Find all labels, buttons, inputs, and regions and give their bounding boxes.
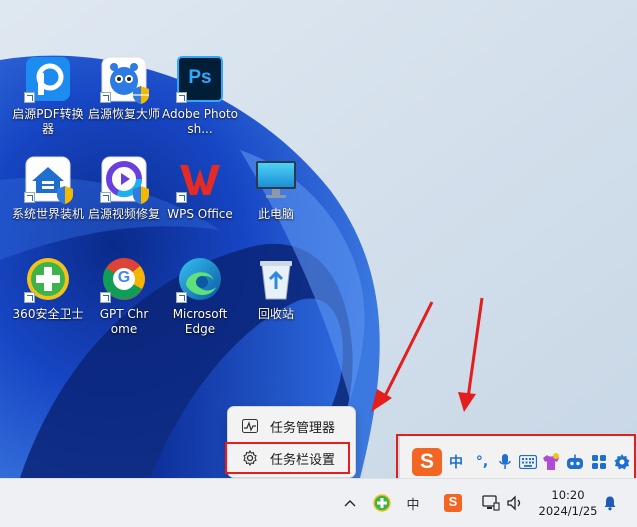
desktop-icon-label: 360安全卫士 [12, 307, 84, 321]
video-repair-icon [100, 155, 149, 204]
sogou-logo-letter: S [419, 450, 434, 473]
edge-icon [176, 255, 224, 303]
ime-chinese-mode-button[interactable]: 中 [446, 452, 466, 472]
ime-settings-gear-icon[interactable] [612, 452, 632, 472]
recovery-master-icon [100, 55, 149, 104]
desktop-icon-label: 回收站 [257, 307, 294, 321]
shortcut-arrow-icon [24, 292, 35, 303]
network-icon[interactable] [481, 493, 501, 513]
ime-mode-label: 中 [449, 455, 463, 471]
desktop-icon-label: 启源视频修复 [87, 207, 160, 221]
shortcut-arrow-icon [176, 292, 187, 303]
microphone-icon[interactable] [495, 452, 515, 472]
clock-date: 2024/1/25 [538, 504, 598, 518]
taskbar-context-menu: 任务管理器 任务栏设置 [227, 406, 356, 478]
shortcut-arrow-icon [24, 92, 35, 103]
desktop-icon-label: 启源PDF转换器 [12, 107, 84, 136]
ime-punct-label: °, [475, 454, 489, 470]
robot-assistant-icon[interactable] [565, 452, 585, 472]
360-security-icon [24, 255, 72, 303]
ime-punctuation-button[interactable]: °, [472, 452, 492, 472]
desktop-icon-gpt-chrome[interactable]: G GPT Chrome [86, 255, 162, 337]
volume-icon[interactable] [505, 493, 525, 513]
uac-shield-icon [133, 186, 149, 204]
this-pc-icon [252, 155, 300, 203]
system-installer-icon [24, 155, 73, 204]
desktop-icon-edge[interactable]: Microsoft Edge [162, 255, 238, 337]
pdf-converter-icon [24, 55, 72, 103]
tray-sogou-letter: S [448, 494, 458, 509]
chrome-badge-letter: G [117, 269, 131, 286]
desktop-icon-qiyuan-recovery[interactable]: 启源恢复大师 [86, 55, 162, 122]
photoshop-letters: Ps [188, 67, 212, 88]
uac-shield-icon [133, 86, 149, 104]
tray-input-mode-indicator[interactable]: 中 [403, 493, 423, 513]
desktop-icon-qiyuan-video[interactable]: 启源视频修复 [86, 155, 162, 222]
taskbar: 中 S 10:20 2024/1/25 [0, 478, 637, 527]
photoshop-icon: Ps [176, 55, 224, 103]
tray-ime-label: 中 [406, 497, 420, 513]
ime-toolbar: S 中 °, [400, 436, 634, 484]
sogou-logo-button[interactable]: S [412, 448, 442, 476]
desktop: 启源PDF转换器 启源恢复大师 Ps Adobe Photosh... 系统世界… [0, 0, 637, 478]
desktop-icon-label: GPT Chrome [99, 307, 149, 336]
recycle-bin-icon [252, 255, 300, 303]
shortcut-arrow-icon [100, 292, 111, 303]
desktop-icon-label: 此电脑 [257, 207, 294, 221]
shortcut-arrow-icon [176, 192, 187, 203]
shortcut-arrow-icon [100, 192, 111, 203]
tray-360-icon[interactable] [372, 493, 392, 513]
menu-item-task-manager[interactable]: 任务管理器 [234, 411, 349, 441]
desktop-icon-recycle-bin[interactable]: 回收站 [238, 255, 314, 322]
menu-item-taskbar-settings[interactable]: 任务栏设置 [234, 443, 349, 473]
clock[interactable]: 10:20 2024/1/25 [533, 487, 603, 519]
wps-office-icon [176, 155, 224, 203]
desktop-icon-360[interactable]: 360安全卫士 [10, 255, 86, 322]
desktop-icon-label: WPS Office [167, 207, 233, 221]
notification-bell-icon[interactable] [600, 493, 620, 513]
desktop-icon-this-pc[interactable]: 此电脑 [238, 155, 314, 222]
desktop-icon-system-world[interactable]: 系统世界装机 [10, 155, 86, 222]
menu-item-label: 任务管理器 [270, 420, 336, 436]
uac-shield-icon [57, 186, 73, 204]
gear-icon [242, 450, 258, 466]
desktop-icon-label: 启源恢复大师 [87, 107, 160, 121]
keyboard-icon[interactable] [518, 452, 538, 472]
chrome-icon: G [100, 255, 148, 303]
shortcut-arrow-icon [24, 192, 35, 203]
tray-sogou-icon[interactable]: S [443, 493, 463, 513]
desktop-icon-wps[interactable]: WPS Office [162, 155, 238, 222]
desktop-icon-label: 系统世界装机 [11, 207, 84, 221]
shortcut-arrow-icon [100, 92, 111, 103]
clock-time: 10:20 [551, 488, 585, 502]
task-manager-icon [242, 418, 258, 434]
shortcut-arrow-icon [176, 92, 187, 103]
toolbox-grid-icon[interactable] [589, 452, 609, 472]
desktop-icon-qiyuan-pdf[interactable]: 启源PDF转换器 [10, 55, 86, 137]
desktop-icon-photoshop[interactable]: Ps Adobe Photosh... [162, 55, 238, 137]
desktop-icon-label: Microsoft Edge [172, 307, 228, 336]
skin-shirt-icon[interactable] [541, 452, 561, 472]
desktop-icon-label: Adobe Photosh... [162, 107, 239, 136]
menu-item-label: 任务栏设置 [270, 452, 336, 468]
show-hidden-icons-chevron-up-icon[interactable] [340, 493, 360, 513]
